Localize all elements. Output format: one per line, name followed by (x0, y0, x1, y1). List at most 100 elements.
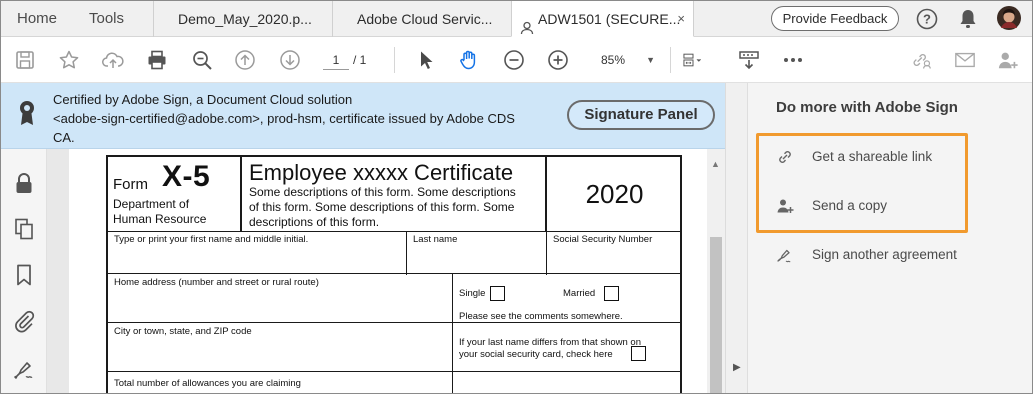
prev-page-icon[interactable] (234, 49, 256, 71)
scrollbar-thumb[interactable] (710, 237, 722, 393)
tab-demo[interactable]: Demo_May_2020.p... (153, 1, 332, 37)
home-address-field[interactable]: Home address (number and street or rural… (108, 273, 453, 323)
zoom-in-icon[interactable] (547, 49, 569, 71)
form-description: Some descriptions of this form. Some des… (249, 185, 516, 199)
attachment-icon[interactable] (12, 309, 36, 333)
share-link-icon[interactable] (910, 49, 936, 71)
page-total: / 1 (353, 53, 367, 67)
app-window: Home Tools Demo_May_2020.p... Adobe Clou… (0, 0, 1033, 394)
city-state-zip-field[interactable]: City or town, state, and ZIP code (108, 322, 453, 372)
tab-adw1501[interactable]: ADW1501 (SECURE... × (511, 1, 694, 37)
nav-tools[interactable]: Tools (89, 1, 124, 37)
scroll-up-icon[interactable]: ▲ (711, 159, 720, 169)
more-icon[interactable] (782, 49, 804, 71)
form-word: Form (113, 176, 148, 193)
nav-home[interactable]: Home (17, 1, 57, 37)
add-user-icon (776, 197, 794, 215)
married-checkbox[interactable] (604, 286, 619, 301)
certification-text: Certified by Adobe Sign, a Document Clou… (53, 90, 553, 147)
adobe-sign-panel: Do more with Adobe Sign Get a shareable … (747, 83, 1032, 393)
avatar[interactable] (997, 6, 1021, 35)
field-label: Type or print your first name and middle… (114, 234, 309, 245)
field-label: Home address (number and street or rural… (114, 277, 319, 288)
name-differs-label: your social security card, check here (459, 349, 613, 360)
item-label: Get a shareable link (812, 149, 933, 164)
scroll-mode-icon[interactable] (738, 49, 760, 71)
tab-bar: Home Tools Demo_May_2020.p... Adobe Clou… (1, 1, 1032, 37)
item-label: Sign another agreement (812, 247, 957, 262)
hand-tool-icon[interactable] (458, 49, 480, 71)
form-title-cell: Employee xxxxx Certificate Some descript… (242, 157, 547, 231)
field-label: Last name (413, 234, 458, 245)
signature-panel-button[interactable]: Signature Panel (567, 100, 715, 130)
zoom-out-search-icon[interactable] (191, 49, 213, 71)
certification-line: CA. (53, 130, 75, 145)
panel-collapse-strip[interactable]: ▶ (725, 83, 747, 393)
help-icon[interactable]: ? (916, 8, 938, 35)
form-description: of this form. Some descriptions of this … (249, 200, 515, 214)
lock-icon[interactable] (12, 171, 36, 195)
vertical-scrollbar[interactable]: ▲ (707, 149, 725, 393)
single-label: Single (459, 288, 486, 299)
form-number: X-5 (162, 160, 211, 193)
bell-icon[interactable] (958, 8, 978, 35)
left-rail (1, 149, 47, 393)
sign-pen-icon (776, 246, 794, 264)
bookmark-icon[interactable] (12, 263, 36, 287)
link-icon (776, 148, 794, 166)
tab-adobe-cloud[interactable]: Adobe Cloud Servic... (332, 1, 511, 37)
form-year-cell: 2020 (547, 157, 682, 231)
tab-label: ADW1501 (SECURE... (538, 11, 681, 27)
save-icon[interactable] (14, 49, 36, 71)
tab-label: Demo_May_2020.p... (178, 11, 312, 27)
comments-note: Please see the comments somewhere. (459, 311, 623, 322)
mail-icon[interactable] (954, 49, 978, 71)
form-title: Employee xxxxx Certificate (249, 160, 514, 185)
item-label: Send a copy (812, 198, 888, 213)
expand-right-icon[interactable]: ▶ (733, 362, 741, 373)
user-icon (520, 12, 534, 35)
star-icon[interactable] (58, 49, 80, 71)
last-name-field[interactable]: Last name (407, 231, 547, 275)
chevron-down-icon: ▼ (646, 55, 655, 65)
provide-feedback-button[interactable]: Provide Feedback (771, 6, 899, 31)
divider (394, 47, 395, 73)
field-label: City or town, state, and ZIP code (114, 326, 252, 337)
marital-status-cell: Single Married Please see the comments s… (453, 273, 682, 323)
field-label: Social Security Number (553, 234, 653, 245)
allowances-field[interactable]: Total number of allowances you are claim… (108, 371, 453, 393)
department-line: Department of (113, 197, 190, 211)
first-name-field[interactable]: Type or print your first name and middle… (108, 231, 407, 275)
certification-line: Certified by Adobe Sign, a Document Clou… (53, 92, 353, 107)
page-fit-icon[interactable] (682, 49, 716, 71)
zoom-select[interactable]: 85% ▼ (591, 48, 661, 72)
name-differs-label: If your last name differs from that show… (459, 337, 641, 348)
add-user-icon[interactable] (997, 49, 1021, 71)
panel-title: Do more with Adobe Sign (776, 99, 958, 116)
form-id-cell: Form X-5 Department of Human Resource (108, 157, 242, 231)
page-number-input[interactable]: 1 (323, 50, 349, 70)
close-icon[interactable]: × (677, 1, 685, 36)
toolbar: 1 / 1 85% ▼ (1, 37, 1032, 83)
ssn-field[interactable]: Social Security Number (547, 231, 682, 275)
zoom-out-icon[interactable] (503, 49, 525, 71)
married-label: Married (563, 288, 596, 299)
single-checkbox[interactable] (490, 286, 505, 301)
field-label: Total number of allowances you are claim… (114, 378, 301, 389)
select-cursor-icon[interactable] (415, 49, 437, 71)
certification-line: <adobe-sign-certified@adobe.com>, prod-h… (53, 111, 515, 126)
cloud-upload-icon[interactable] (102, 49, 124, 71)
print-icon[interactable] (146, 49, 168, 71)
signature-pen-icon[interactable] (12, 357, 36, 381)
employee-form: Form X-5 Department of Human Resource Em… (106, 155, 682, 393)
next-page-icon[interactable] (279, 49, 301, 71)
name-differs-checkbox[interactable] (631, 346, 646, 361)
pages-icon[interactable] (12, 217, 36, 241)
svg-text:?: ? (923, 12, 931, 27)
certified-ribbon-icon (18, 99, 36, 127)
divider (670, 47, 671, 73)
form-description: descriptions of this form. (249, 215, 380, 229)
department-line: Human Resource (113, 212, 207, 226)
certification-banner: Certified by Adobe Sign, a Document Clou… (1, 83, 747, 149)
name-differs-cell: If your last name differs from that show… (453, 322, 682, 372)
